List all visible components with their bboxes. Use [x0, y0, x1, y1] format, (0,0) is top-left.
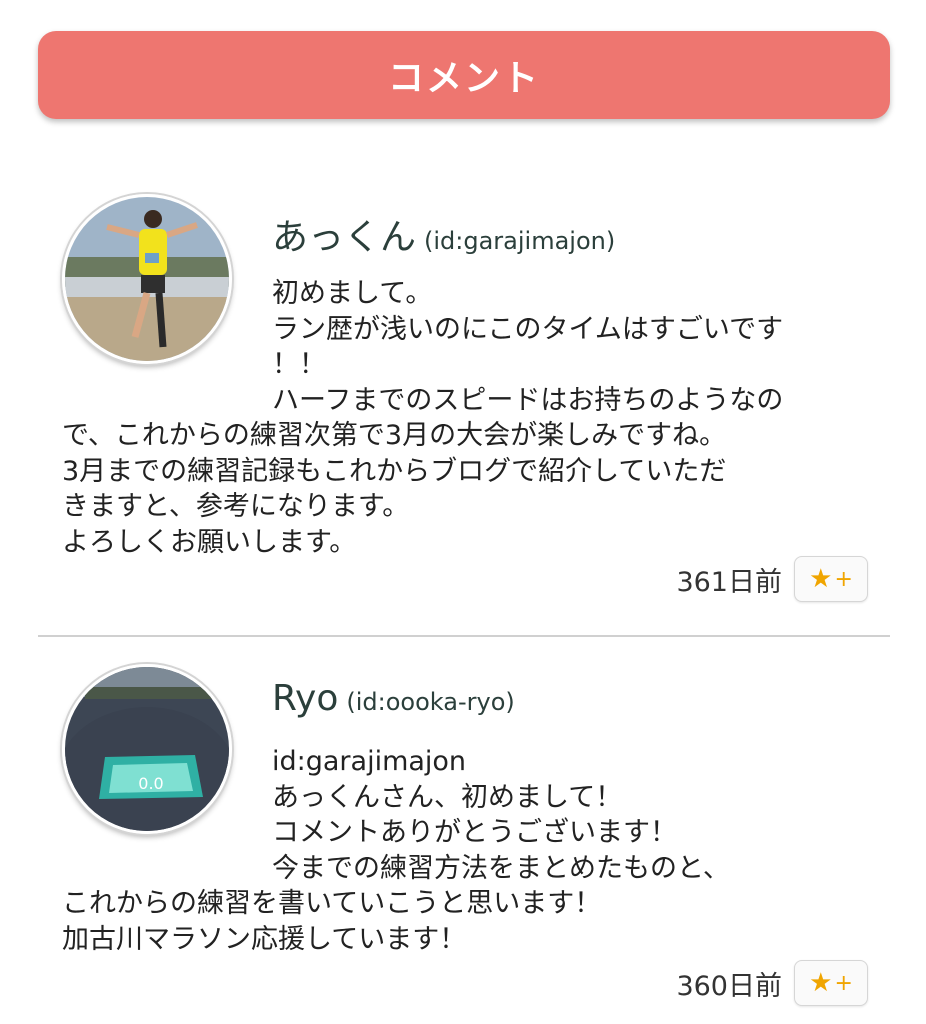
comment-line: あっくんさん、初めまして！	[272, 781, 623, 813]
add-star-button[interactable]: ★ +	[794, 960, 868, 1006]
comment-body: 初めまして。 ラン歴が浅いのにこのタイムはすごいです ！！ ハーフまでのスピード…	[62, 276, 868, 560]
comment-item: あっくん (id:garajimajon) 初めまして。 ラン歴が浅いのにこのタイ…	[62, 194, 868, 614]
comment-line: 3月までの練習記録もこれからブログで紹介していただ	[62, 455, 727, 487]
commenter-name[interactable]: Ryo	[272, 678, 338, 719]
comment-line: ハーフまでのスピードはお持ちのようなの	[272, 384, 784, 416]
comment-line: で、これからの練習次第で3月の大会が楽しみですね。	[62, 420, 727, 451]
plus-icon: +	[834, 566, 853, 592]
comment-time[interactable]: 361日前	[676, 560, 782, 599]
add-star-button[interactable]: ★ +	[794, 556, 868, 602]
comment-item: 0.0 Ryo (id:oooka-ryo) id:garajimajon あっく…	[62, 664, 868, 1014]
comment-line: これからの練習を書いていこうと思います！	[62, 888, 602, 919]
comment-body: id:garajimajon あっくんさん、初めまして！ コメントありがとうござ…	[62, 744, 868, 957]
comment-line: ！！	[272, 349, 326, 380]
commenter-id[interactable]: (id:garajimajon)	[424, 227, 615, 255]
commenter-header: あっくん (id:garajimajon)	[272, 208, 615, 260]
comment-meta: 360日前 ★ +	[676, 960, 868, 1006]
commenter-name[interactable]: あっくん	[272, 217, 416, 258]
comment-line: ラン歴が浅いのにこのタイムはすごいです	[272, 313, 784, 345]
commenter-header: Ryo (id:oooka-ryo)	[272, 678, 515, 719]
plus-icon: +	[834, 970, 853, 996]
comment-line: 加古川マラソン応援しています！	[62, 923, 467, 955]
comment-divider	[38, 635, 890, 637]
comment-line: 今までの練習方法をまとめたものと、	[272, 852, 730, 884]
comment-line: よろしくお願いします。	[62, 526, 357, 558]
star-icon: ★	[809, 968, 833, 998]
comment-header-button[interactable]: コメント	[38, 31, 890, 119]
comment-line: コメントありがとうございます！	[272, 817, 677, 848]
comment-meta: 361日前 ★ +	[676, 556, 868, 602]
commenter-id[interactable]: (id:oooka-ryo)	[346, 688, 514, 716]
star-icon: ★	[809, 564, 833, 594]
comment-line: きますと、参考になります。	[62, 491, 410, 522]
comment-time[interactable]: 360日前	[676, 964, 782, 1003]
comment-line: 初めまして。	[272, 278, 433, 309]
reply-mention-link[interactable]: id:garajimajon	[272, 746, 466, 777]
